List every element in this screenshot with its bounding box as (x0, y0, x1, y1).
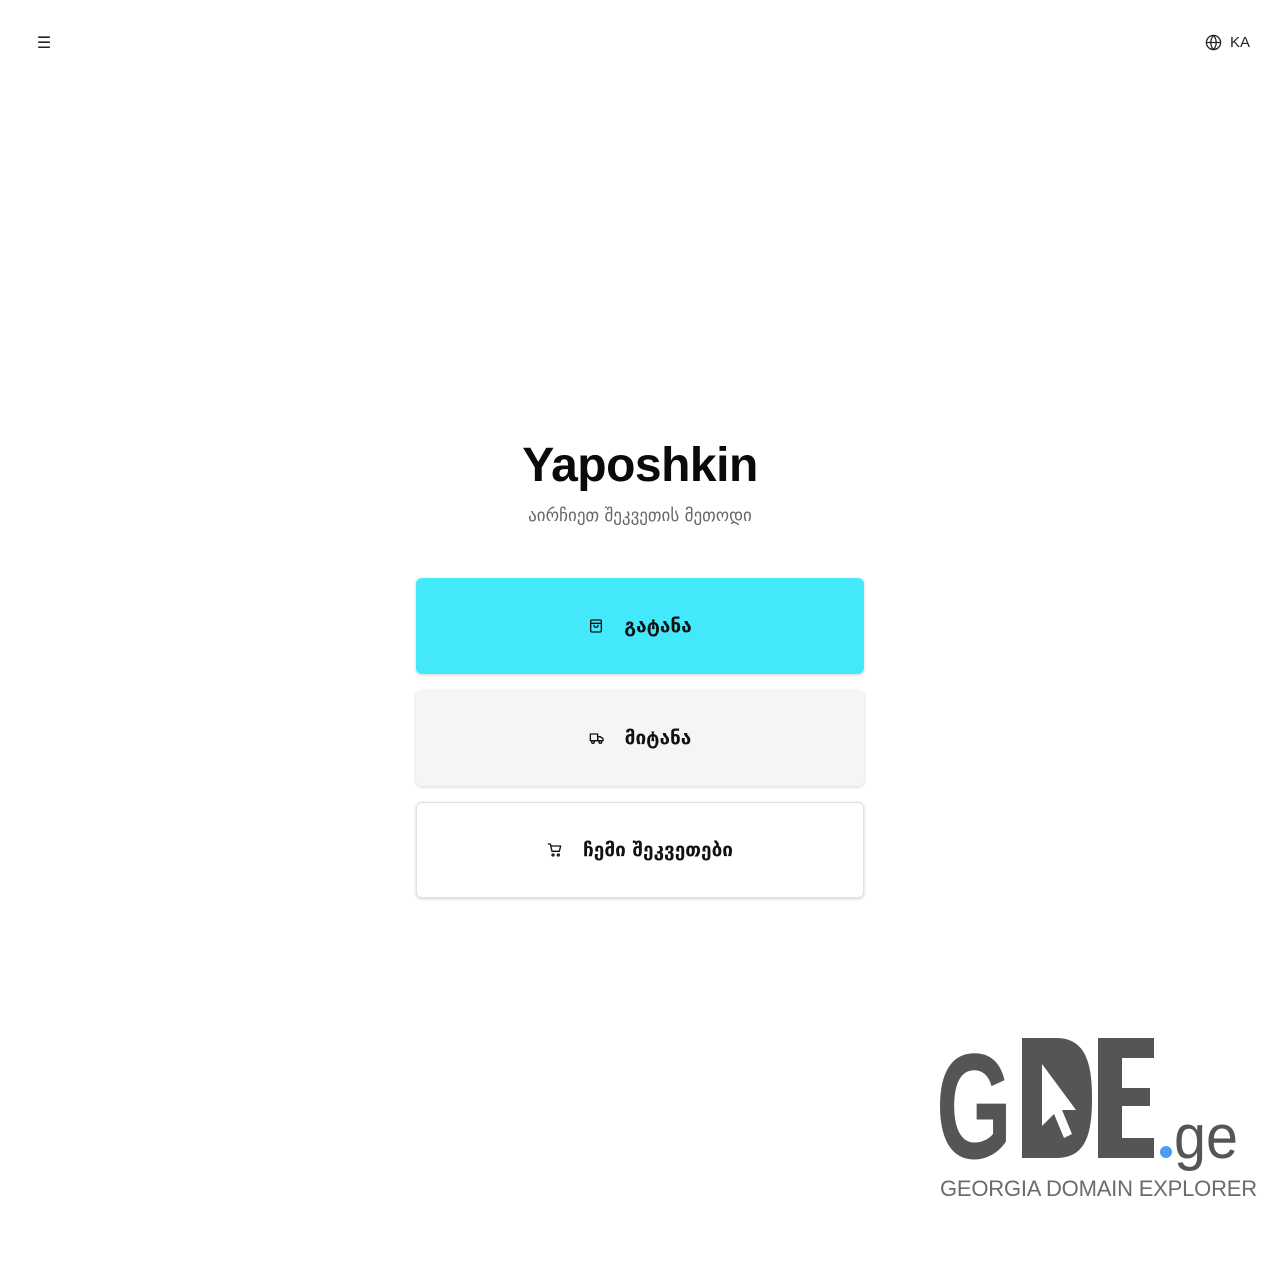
logo-caption: GEORGIA DOMAIN EXPLORER (940, 1176, 1257, 1201)
logo-tld: ge (1174, 1103, 1238, 1172)
logo-dot (1160, 1146, 1172, 1158)
gde-logo: G ge GEORGIA DOMAIN EXPLORER (936, 1034, 1257, 1210)
page-title: Yaposhkin (522, 439, 758, 492)
pickup-button[interactable]: გატანა (416, 578, 864, 674)
menu-button[interactable]: ☰ (30, 28, 58, 56)
cart-icon (547, 842, 563, 858)
truck-icon (589, 730, 605, 746)
hamburger-menu-icon: ☰ (36, 32, 52, 52)
page-subtitle: აირჩიეთ შეკვეთის მეთოდი (528, 506, 752, 526)
pickup-label: გატანა (624, 615, 692, 637)
order-method-options: გატანა მიტანა ჩემი შეკვეთები (416, 578, 864, 914)
my-orders-button[interactable]: ჩემი შეკვეთები (416, 802, 864, 898)
language-switcher[interactable]: KA (1205, 30, 1250, 54)
logo-wordmark-e (1098, 1038, 1154, 1158)
my-orders-label: ჩემი შეკვეთები (583, 839, 733, 861)
shopping-bag-icon (588, 618, 604, 634)
delivery-label: მიტანა (624, 727, 692, 749)
language-code: KA (1229, 33, 1250, 51)
logo-wordmark-g: G (936, 1034, 1012, 1174)
delivery-button[interactable]: მიტანა (416, 690, 864, 786)
globe-icon (1205, 34, 1222, 51)
